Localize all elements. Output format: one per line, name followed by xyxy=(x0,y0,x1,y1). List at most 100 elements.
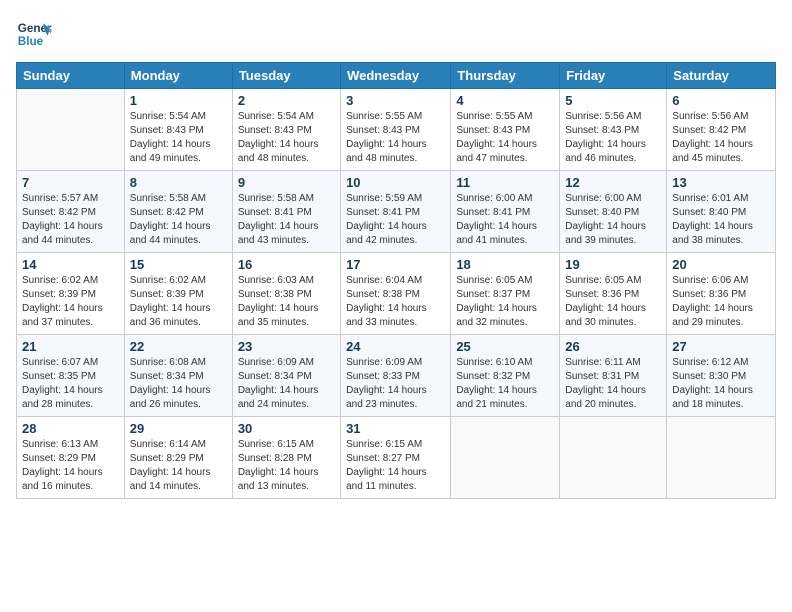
calendar-cell: 5 Sunrise: 5:56 AM Sunset: 8:43 PM Daylig… xyxy=(560,89,667,171)
day-info: Sunrise: 5:57 AM Sunset: 8:42 PM Dayligh… xyxy=(22,192,119,248)
day-info: Sunrise: 6:00 AM Sunset: 8:41 PM Dayligh… xyxy=(456,192,554,248)
day-info: Sunrise: 5:58 AM Sunset: 8:41 PM Dayligh… xyxy=(238,192,335,248)
day-info: Sunrise: 5:56 AM Sunset: 8:42 PM Dayligh… xyxy=(672,110,770,166)
day-number: 20 xyxy=(672,257,770,272)
day-of-week-sunday: Sunday xyxy=(17,63,125,89)
calendar-cell: 8 Sunrise: 5:58 AM Sunset: 8:42 PM Daylig… xyxy=(124,171,232,253)
calendar-week-5: 28 Sunrise: 6:13 AM Sunset: 8:29 PM Dayli… xyxy=(17,417,776,499)
day-info: Sunrise: 6:15 AM Sunset: 8:27 PM Dayligh… xyxy=(346,438,445,494)
day-of-week-wednesday: Wednesday xyxy=(341,63,451,89)
day-of-week-friday: Friday xyxy=(560,63,667,89)
day-of-week-monday: Monday xyxy=(124,63,232,89)
day-number: 19 xyxy=(565,257,661,272)
day-number: 23 xyxy=(238,339,335,354)
day-info: Sunrise: 5:54 AM Sunset: 8:43 PM Dayligh… xyxy=(130,110,227,166)
calendar-cell: 13Sunrise: 6:01 AM Sunset: 8:40 PM Dayli… xyxy=(667,171,776,253)
day-info: Sunrise: 6:09 AM Sunset: 8:34 PM Dayligh… xyxy=(238,356,335,412)
day-info: Sunrise: 5:54 AM Sunset: 8:43 PM Dayligh… xyxy=(238,110,335,166)
day-number: 6 xyxy=(672,93,770,108)
day-number: 13 xyxy=(672,175,770,190)
day-info: Sunrise: 5:56 AM Sunset: 8:43 PM Dayligh… xyxy=(565,110,661,166)
day-info: Sunrise: 6:09 AM Sunset: 8:33 PM Dayligh… xyxy=(346,356,445,412)
day-number: 17 xyxy=(346,257,445,272)
calendar-cell: 3Sunrise: 5:55 AM Sunset: 8:43 PM Daylig… xyxy=(341,89,451,171)
calendar-cell: 29 Sunrise: 6:14 AM Sunset: 8:29 PM Dayli… xyxy=(124,417,232,499)
day-info: Sunrise: 5:55 AM Sunset: 8:43 PM Dayligh… xyxy=(456,110,554,166)
day-number: 30 xyxy=(238,421,335,436)
day-number: 1 xyxy=(130,93,227,108)
day-number: 15 xyxy=(130,257,227,272)
calendar-cell: 18 Sunrise: 6:05 AM Sunset: 8:37 PM Dayli… xyxy=(451,253,560,335)
day-info: Sunrise: 6:06 AM Sunset: 8:36 PM Dayligh… xyxy=(672,274,770,330)
day-info: Sunrise: 6:15 AM Sunset: 8:28 PM Dayligh… xyxy=(238,438,335,494)
calendar-cell: 24 Sunrise: 6:09 AM Sunset: 8:33 PM Dayli… xyxy=(341,335,451,417)
calendar-cell: 30 Sunrise: 6:15 AM Sunset: 8:28 PM Dayli… xyxy=(232,417,340,499)
calendar-cell xyxy=(667,417,776,499)
calendar-week-3: 14 Sunrise: 6:02 AM Sunset: 8:39 PM Dayli… xyxy=(17,253,776,335)
calendar-week-4: 21 Sunrise: 6:07 AM Sunset: 8:35 PM Dayli… xyxy=(17,335,776,417)
day-number: 8 xyxy=(130,175,227,190)
calendar-table: SundayMondayTuesdayWednesdayThursdayFrid… xyxy=(16,62,776,499)
calendar-cell: 9 Sunrise: 5:58 AM Sunset: 8:41 PM Daylig… xyxy=(232,171,340,253)
day-info: Sunrise: 6:13 AM Sunset: 8:29 PM Dayligh… xyxy=(22,438,119,494)
day-number: 4 xyxy=(456,93,554,108)
day-info: Sunrise: 5:58 AM Sunset: 8:42 PM Dayligh… xyxy=(130,192,227,248)
calendar-cell: 23 Sunrise: 6:09 AM Sunset: 8:34 PM Dayli… xyxy=(232,335,340,417)
day-info: Sunrise: 6:02 AM Sunset: 8:39 PM Dayligh… xyxy=(130,274,227,330)
day-info: Sunrise: 6:05 AM Sunset: 8:37 PM Dayligh… xyxy=(456,274,554,330)
day-of-week-thursday: Thursday xyxy=(451,63,560,89)
day-number: 28 xyxy=(22,421,119,436)
calendar-cell: 10Sunrise: 5:59 AM Sunset: 8:41 PM Dayli… xyxy=(341,171,451,253)
day-of-week-saturday: Saturday xyxy=(667,63,776,89)
calendar-cell: 17Sunrise: 6:04 AM Sunset: 8:38 PM Dayli… xyxy=(341,253,451,335)
calendar-cell: 27Sunrise: 6:12 AM Sunset: 8:30 PM Dayli… xyxy=(667,335,776,417)
day-number: 24 xyxy=(346,339,445,354)
day-info: Sunrise: 6:00 AM Sunset: 8:40 PM Dayligh… xyxy=(565,192,661,248)
day-number: 11 xyxy=(456,175,554,190)
calendar-cell: 19 Sunrise: 6:05 AM Sunset: 8:36 PM Dayli… xyxy=(560,253,667,335)
day-number: 12 xyxy=(565,175,661,190)
calendar-cell: 28 Sunrise: 6:13 AM Sunset: 8:29 PM Dayli… xyxy=(17,417,125,499)
day-number: 27 xyxy=(672,339,770,354)
day-number: 31 xyxy=(346,421,445,436)
day-number: 21 xyxy=(22,339,119,354)
calendar-cell: 12 Sunrise: 6:00 AM Sunset: 8:40 PM Dayli… xyxy=(560,171,667,253)
calendar-cell xyxy=(451,417,560,499)
day-number: 14 xyxy=(22,257,119,272)
day-of-week-tuesday: Tuesday xyxy=(232,63,340,89)
calendar-cell: 31 Sunrise: 6:15 AM Sunset: 8:27 PM Dayli… xyxy=(341,417,451,499)
calendar-cell: 26 Sunrise: 6:11 AM Sunset: 8:31 PM Dayli… xyxy=(560,335,667,417)
day-info: Sunrise: 6:05 AM Sunset: 8:36 PM Dayligh… xyxy=(565,274,661,330)
day-number: 3 xyxy=(346,93,445,108)
calendar-week-2: 7 Sunrise: 5:57 AM Sunset: 8:42 PM Daylig… xyxy=(17,171,776,253)
day-number: 25 xyxy=(456,339,554,354)
day-info: Sunrise: 6:11 AM Sunset: 8:31 PM Dayligh… xyxy=(565,356,661,412)
day-number: 18 xyxy=(456,257,554,272)
calendar-cell: 15 Sunrise: 6:02 AM Sunset: 8:39 PM Dayli… xyxy=(124,253,232,335)
calendar-cell: 21 Sunrise: 6:07 AM Sunset: 8:35 PM Dayli… xyxy=(17,335,125,417)
day-number: 7 xyxy=(22,175,119,190)
day-number: 26 xyxy=(565,339,661,354)
page-header: General Blue xyxy=(16,16,776,52)
calendar-cell xyxy=(560,417,667,499)
day-info: Sunrise: 6:14 AM Sunset: 8:29 PM Dayligh… xyxy=(130,438,227,494)
day-number: 10 xyxy=(346,175,445,190)
calendar-week-1: 1 Sunrise: 5:54 AM Sunset: 8:43 PM Daylig… xyxy=(17,89,776,171)
calendar-cell: 11 Sunrise: 6:00 AM Sunset: 8:41 PM Dayli… xyxy=(451,171,560,253)
calendar-cell: 22 Sunrise: 6:08 AM Sunset: 8:34 PM Dayli… xyxy=(124,335,232,417)
calendar-cell: 7 Sunrise: 5:57 AM Sunset: 8:42 PM Daylig… xyxy=(17,171,125,253)
day-number: 9 xyxy=(238,175,335,190)
day-number: 22 xyxy=(130,339,227,354)
day-info: Sunrise: 6:07 AM Sunset: 8:35 PM Dayligh… xyxy=(22,356,119,412)
day-number: 5 xyxy=(565,93,661,108)
day-info: Sunrise: 6:08 AM Sunset: 8:34 PM Dayligh… xyxy=(130,356,227,412)
calendar-cell: 25Sunrise: 6:10 AM Sunset: 8:32 PM Dayli… xyxy=(451,335,560,417)
calendar-cell xyxy=(17,89,125,171)
day-info: Sunrise: 6:02 AM Sunset: 8:39 PM Dayligh… xyxy=(22,274,119,330)
calendar-cell: 2 Sunrise: 5:54 AM Sunset: 8:43 PM Daylig… xyxy=(232,89,340,171)
logo-icon: General Blue xyxy=(16,16,52,52)
calendar-cell: 20 Sunrise: 6:06 AM Sunset: 8:36 PM Dayli… xyxy=(667,253,776,335)
day-number: 29 xyxy=(130,421,227,436)
svg-text:Blue: Blue xyxy=(18,35,44,48)
day-number: 2 xyxy=(238,93,335,108)
